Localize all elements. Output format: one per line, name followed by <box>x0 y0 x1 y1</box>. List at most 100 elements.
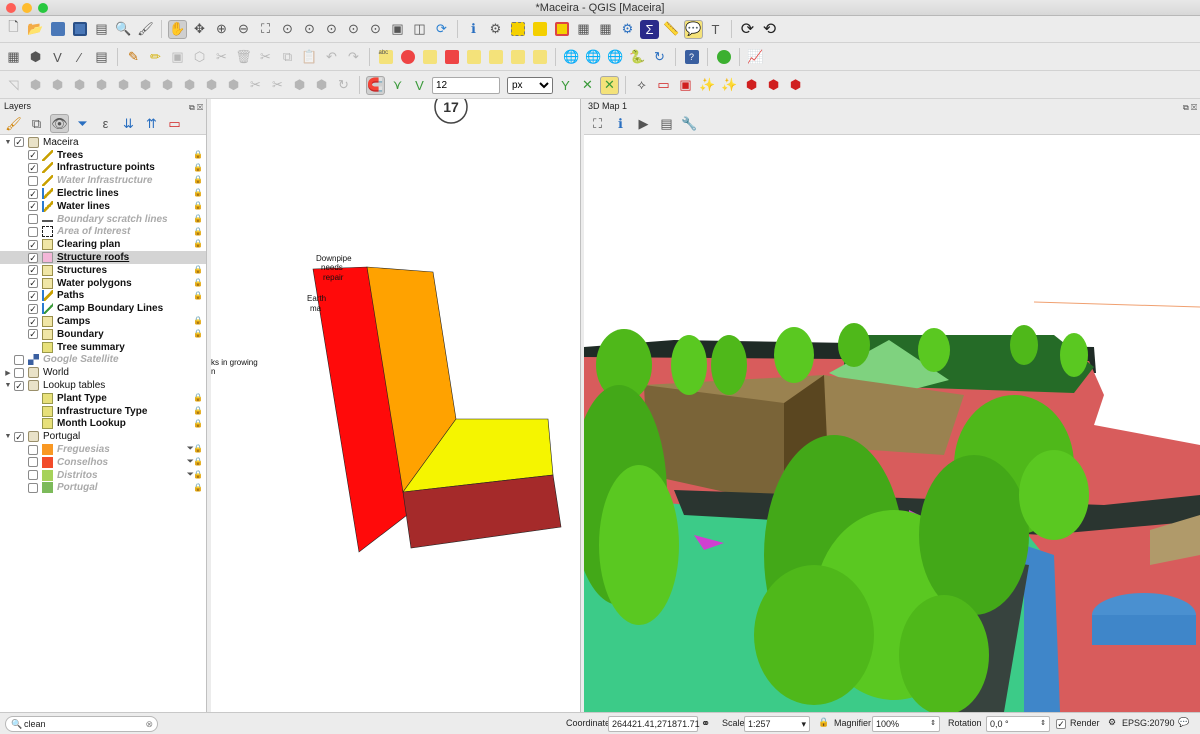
select-by-value-icon[interactable] <box>530 20 549 39</box>
snap-intersection-icon[interactable]: Y <box>556 76 575 95</box>
new-3d-map-icon[interactable]: ◫ <box>410 20 429 39</box>
expand-arrow-icon[interactable]: ▼ <box>2 382 14 389</box>
lock-icon[interactable]: 🔒 <box>193 419 203 428</box>
layer-row[interactable]: ✓ Camp Boundary Lines <box>0 302 206 315</box>
help-icon[interactable]: ? <box>682 48 701 67</box>
simplify-feature-icon[interactable]: ⬢ <box>70 76 89 95</box>
configure-3d-icon[interactable]: 🔧 <box>680 114 699 133</box>
print-layout-icon[interactable]: ▤ <box>92 20 111 39</box>
lock-icon[interactable]: 🔒 <box>193 214 203 223</box>
layer-visibility-checkbox[interactable]: ✓ <box>28 162 38 173</box>
current-edits-icon[interactable]: ✎ <box>124 48 143 67</box>
lock-icon[interactable]: 🔒 <box>193 393 203 402</box>
label-layer-icon[interactable]: abc <box>376 48 395 67</box>
layer-visibility-checkbox[interactable]: ✓ <box>28 265 38 276</box>
layer-row[interactable]: Portugal 🔒 <box>0 482 206 495</box>
cut-icon[interactable]: ✂ <box>256 48 275 67</box>
layer-row[interactable]: Water Infrastructure 🔒 <box>0 174 206 187</box>
reshape-icon[interactable]: ⬢ <box>202 76 221 95</box>
digitize-icon[interactable]: ⬡ <box>190 48 209 67</box>
layer-visibility-checkbox[interactable] <box>14 367 24 378</box>
plugin-a-icon[interactable]: ⬢ <box>742 76 761 95</box>
redo-rotate-icon[interactable]: ⟳ <box>738 20 757 39</box>
statistics-icon[interactable]: Σ <box>640 19 659 39</box>
shape-digitize-icon[interactable]: ▣ <box>676 76 695 95</box>
layer-visibility-checkbox[interactable]: ✓ <box>14 431 24 442</box>
layer-row[interactable]: Freguesias ⏷ 🔒 <box>0 443 206 456</box>
lock-icon[interactable]: 🔒 <box>193 329 203 338</box>
new-map-view-icon[interactable]: ▣ <box>388 20 407 39</box>
open-project-icon[interactable]: 📂 <box>26 20 45 39</box>
pin-labels-icon[interactable] <box>420 48 439 67</box>
zoom-out-icon[interactable]: ⊖ <box>234 20 253 39</box>
lock-scale-icon[interactable]: 🔒 <box>818 717 829 728</box>
save-project-icon[interactable] <box>48 20 67 39</box>
layer-visibility-checkbox[interactable]: ✓ <box>14 380 24 391</box>
scale-dropdown-icon[interactable]: ▾ <box>801 717 806 731</box>
measure-icon[interactable]: 📏 <box>662 20 681 39</box>
map-canvas[interactable]: 17 Downpipe needs repair Earth ma ks in … <box>211 99 581 712</box>
new-temp-layer-icon[interactable]: ⁄ <box>70 48 89 67</box>
lock-icon[interactable]: 🔒 <box>193 239 203 248</box>
zoom-full-3d-icon[interactable]: ⛶ <box>588 114 607 133</box>
panel-float-close-icon[interactable]: ⧉ ☒ <box>189 101 203 115</box>
layout-manager-icon[interactable]: 🔍 <box>114 20 133 39</box>
map3d-float-close-icon[interactable]: ⧉ ☒ <box>1183 101 1197 115</box>
text-annotation-icon[interactable]: T <box>706 20 725 39</box>
zoom-full-icon[interactable]: ⛶ <box>256 20 275 39</box>
map-tips-icon[interactable]: 💬 <box>684 19 703 39</box>
expand-arrow-icon[interactable]: ▼ <box>2 139 14 146</box>
layer-visibility-checkbox[interactable] <box>28 482 38 493</box>
layer-visibility-checkbox[interactable]: ✓ <box>28 188 38 199</box>
zoom-window-button[interactable] <box>38 3 48 13</box>
split-parts-icon[interactable]: ✂ <box>268 76 287 95</box>
lock-icon[interactable]: 🔒 <box>193 163 203 172</box>
layer-row[interactable]: ▼ ✓ Maceira <box>0 136 206 149</box>
lock-icon[interactable]: 🔒 <box>193 278 203 287</box>
deselect-all-icon[interactable] <box>552 20 571 39</box>
lock-icon[interactable]: 🔒 <box>193 470 203 479</box>
filter-expression-icon[interactable]: ε <box>96 114 115 133</box>
lock-icon[interactable]: 🔒 <box>193 188 203 197</box>
layer-row[interactable]: Plant Type 🔒 <box>0 392 206 405</box>
layer-row[interactable]: Boundary scratch lines 🔒 <box>0 213 206 226</box>
expand-all-icon[interactable]: ⇊ <box>119 114 138 133</box>
toggle-editing-icon[interactable]: ✏ <box>146 48 165 67</box>
style-manager-icon[interactable]: 🖌 <box>136 20 155 39</box>
lock-icon[interactable]: 🔒 <box>193 175 203 184</box>
layer-visibility-checkbox[interactable] <box>28 444 38 455</box>
layer-row[interactable]: Infrastructure Type 🔒 <box>0 405 206 418</box>
rotate-feature-icon[interactable]: ⬢ <box>48 76 67 95</box>
layer-row[interactable]: ✓ Camps 🔒 <box>0 315 206 328</box>
plugin-b-icon[interactable]: ⬢ <box>764 76 783 95</box>
export-3d-icon[interactable]: ▤ <box>657 114 676 133</box>
snap-unit-select[interactable]: px <box>507 76 553 94</box>
layer-row[interactable]: Conselhos ⏷ 🔒 <box>0 456 206 469</box>
snapping-type-icon[interactable]: ⋎ <box>388 76 407 95</box>
layer-visibility-checkbox[interactable]: ✓ <box>28 278 38 289</box>
rotate-point-icon[interactable]: ↻ <box>334 76 353 95</box>
layer-visibility-checkbox[interactable]: ✓ <box>14 137 24 148</box>
new-shapefile-icon[interactable]: V <box>48 48 67 67</box>
split-features-icon[interactable]: ✂ <box>246 76 265 95</box>
select-rect-icon[interactable]: ▭ <box>654 76 673 95</box>
data-source-manager-icon[interactable]: ▦ <box>4 48 23 67</box>
lock-icon[interactable]: 🔒 <box>193 291 203 300</box>
layer-row[interactable]: ▼ ✓ Portugal <box>0 430 206 443</box>
coordinate-field[interactable]: 264421.41,271871.71 <box>608 716 700 732</box>
delete-ring-icon[interactable]: ⬢ <box>158 76 177 95</box>
rotation-stepper-icon[interactable]: ⇕ <box>1040 717 1046 731</box>
undo-rotate-icon[interactable]: ⟲ <box>760 20 779 39</box>
map3d-scene[interactable] <box>584 135 1200 712</box>
topological-editing-icon[interactable]: ✕ <box>600 75 619 95</box>
layer-visibility-checkbox[interactable] <box>28 470 38 481</box>
lock-icon[interactable]: 🔒 <box>193 457 203 466</box>
layer-visibility-checkbox[interactable]: ✓ <box>28 303 38 314</box>
enable-snapping-icon[interactable]: 🧲 <box>366 75 385 95</box>
add-group-icon[interactable]: ⧉ <box>27 114 46 133</box>
select-features-icon[interactable] <box>508 20 527 39</box>
layer-row[interactable]: Distritos ⏷ 🔒 <box>0 469 206 482</box>
layer-row[interactable]: ✓ Water polygons 🔒 <box>0 277 206 290</box>
layer-row[interactable]: ✓ Structure roofs <box>0 251 206 264</box>
zoom-native-icon[interactable]: ⊙ <box>322 20 341 39</box>
